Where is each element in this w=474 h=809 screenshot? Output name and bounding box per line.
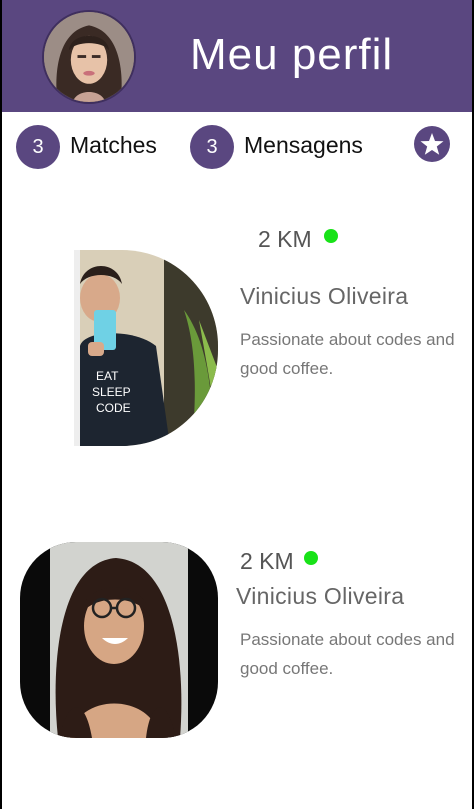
user-avatar-image xyxy=(44,12,134,102)
profile-photo[interactable] xyxy=(20,542,218,738)
distance-label: 2 KM xyxy=(258,226,312,252)
user-avatar[interactable] xyxy=(42,10,136,104)
page-title: Meu perfil xyxy=(190,30,394,79)
matches-count-badge[interactable]: 3 xyxy=(16,125,60,169)
app-header: Meu perfil xyxy=(2,0,472,112)
profile-card[interactable]: EAT SLEEP CODE 2 KM Vinicius Oliveira Pa… xyxy=(2,226,472,450)
profile-photo[interactable]: EAT SLEEP CODE xyxy=(74,250,218,446)
distance-label: 2 KM xyxy=(240,548,294,574)
app-screen: Meu perfil 3 Matches 3 Mensagens EAT SLE… xyxy=(2,0,472,809)
matches-label[interactable]: Matches xyxy=(70,132,157,159)
profile-card[interactable]: 2 KM Vinicius Oliveira Passionate about … xyxy=(2,542,472,742)
online-status-dot xyxy=(304,551,318,565)
favorites-button[interactable] xyxy=(414,126,450,162)
profile-photo-image xyxy=(20,542,218,738)
profile-bio: Passionate about codes and good coffee. xyxy=(240,330,455,378)
online-status-dot xyxy=(324,229,338,243)
messages-count-badge[interactable]: 3 xyxy=(190,125,234,169)
stats-bar: 3 Matches 3 Mensagens xyxy=(2,122,472,169)
profile-bio: Passionate about codes and good coffee. xyxy=(240,630,455,678)
star-icon xyxy=(420,133,444,155)
messages-label[interactable]: Mensagens xyxy=(244,132,363,159)
profile-name[interactable]: Vinicius Oliveira xyxy=(236,583,404,610)
profile-name[interactable]: Vinicius Oliveira xyxy=(240,283,408,310)
svg-text:SLEEP: SLEEP xyxy=(92,385,131,399)
profile-photo-image: EAT SLEEP CODE xyxy=(74,250,218,446)
svg-text:CODE: CODE xyxy=(96,401,131,415)
svg-text:EAT: EAT xyxy=(96,369,119,383)
